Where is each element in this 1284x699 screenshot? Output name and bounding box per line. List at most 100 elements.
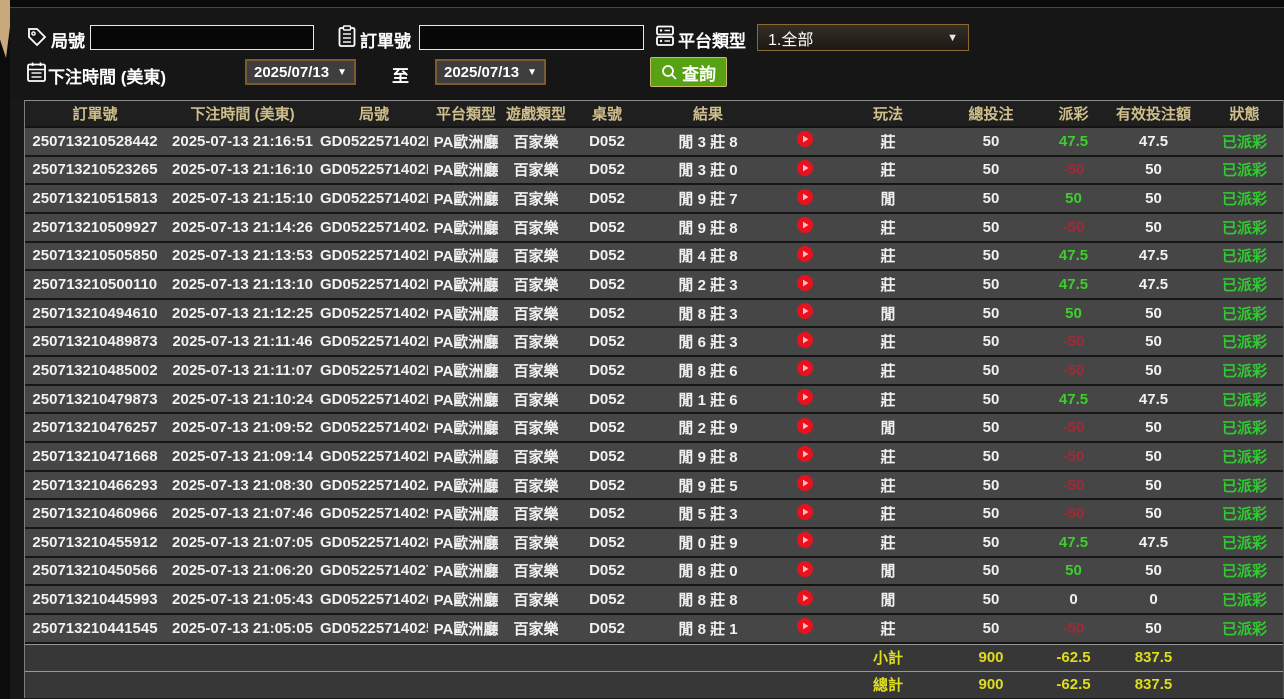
cell-bet-time: 2025-07-13 21:12:25 — [165, 305, 320, 322]
cell-total-bet: 50 — [936, 562, 1046, 579]
round-number-input[interactable] — [90, 25, 314, 50]
cell-platform: PA歐洲廳 — [428, 131, 504, 152]
subtotal-row: 小計900-62.5837.5 — [25, 644, 1283, 671]
cell-result: 閒 9 莊 5 — [646, 475, 770, 496]
replay-play-icon[interactable] — [797, 246, 813, 262]
replay-play-icon[interactable] — [797, 131, 813, 147]
cell-payout: 47.5 — [1046, 276, 1101, 293]
cell-game-type: 百家樂 — [504, 188, 568, 209]
cell-total-bet: 50 — [936, 391, 1046, 408]
cell-game-type: 百家樂 — [504, 331, 568, 352]
cell-bet-time: 2025-07-13 21:14:26 — [165, 219, 320, 236]
cell-bet-time: 2025-07-13 21:06:20 — [165, 562, 320, 579]
table-row: 2507132104898732025-07-13 21:11:46GD0522… — [25, 328, 1283, 357]
cell-table-no: D052 — [568, 534, 646, 551]
cell-status: 已派彩 — [1206, 303, 1283, 324]
cell-result: 閒 6 莊 3 — [646, 331, 770, 352]
column-header: 結果 — [646, 103, 770, 124]
cell-result: 閒 3 莊 0 — [646, 159, 770, 180]
chevron-down-icon: ▼ — [947, 32, 958, 44]
column-header: 派彩 — [1046, 103, 1101, 124]
cell-valid-bet: 50 — [1101, 477, 1206, 494]
cell-total-bet: 50 — [936, 362, 1046, 379]
date-to-select[interactable]: 2025/07/13 ▼ — [435, 59, 546, 85]
replay-play-icon[interactable] — [797, 275, 813, 291]
cell-platform: PA歐洲廳 — [428, 188, 504, 209]
cell-result: 閒 8 莊 3 — [646, 303, 770, 324]
replay-play-icon[interactable] — [797, 418, 813, 434]
replay-play-icon[interactable] — [797, 446, 813, 462]
platform-type-select[interactable]: 1.全部 ▼ — [757, 24, 969, 51]
cell-platform: PA歐洲廳 — [428, 217, 504, 238]
cell-payout: 0 — [1046, 591, 1101, 608]
subtotal-row-payout: -62.5 — [1046, 649, 1101, 666]
order-number-input[interactable] — [419, 25, 644, 50]
replay-play-icon[interactable] — [797, 590, 813, 606]
cell-game-type: 百家樂 — [504, 503, 568, 524]
cell-play-type: 莊 — [840, 503, 936, 524]
cell-game-type: 百家樂 — [504, 532, 568, 553]
cell-table-no: D052 — [568, 133, 646, 150]
table-row: 2507132104662932025-07-13 21:08:30GD0522… — [25, 472, 1283, 501]
table-row: 2507132104415452025-07-13 21:05:05GD0522… — [25, 615, 1283, 644]
cell-table-no: D052 — [568, 419, 646, 436]
cell-order: 250713210489873 — [25, 333, 165, 350]
replay-play-icon[interactable] — [797, 360, 813, 376]
cell-order: 250713210479873 — [25, 391, 165, 408]
replay-play-icon[interactable] — [797, 303, 813, 319]
cell-round: GD0522571402H — [320, 276, 428, 293]
date-from-value: 2025/07/13 — [254, 64, 329, 81]
replay-play-icon[interactable] — [797, 189, 813, 205]
cell-valid-bet: 50 — [1101, 448, 1206, 465]
cell-total-bet: 50 — [936, 505, 1046, 522]
cell-result: 閒 8 莊 0 — [646, 560, 770, 581]
cell-game-type: 百家樂 — [504, 303, 568, 324]
search-button[interactable]: 查詢 — [650, 57, 727, 87]
round-number-label: 局號 — [51, 27, 85, 52]
cell-bet-time: 2025-07-13 21:11:46 — [165, 333, 320, 350]
replay-play-icon[interactable] — [797, 532, 813, 548]
collapsed-sidebar-strip — [0, 0, 10, 699]
platform-type-value: 1.全部 — [768, 26, 813, 50]
cell-play-type: 閒 — [840, 560, 936, 581]
cell-play-type: 莊 — [840, 360, 936, 381]
cell-table-no: D052 — [568, 477, 646, 494]
cell-play-type: 莊 — [840, 618, 936, 639]
column-header: 總投注 — [936, 103, 1046, 124]
table-header-row: 訂單號下注時間 (美東)局號平台類型遊戲類型桌號結果玩法總投注派彩有效投注額狀態 — [25, 100, 1283, 128]
replay-play-icon[interactable] — [797, 618, 813, 634]
replay-play-icon[interactable] — [797, 217, 813, 233]
cell-payout: 47.5 — [1046, 247, 1101, 264]
server-stack-icon — [654, 24, 676, 48]
chevron-down-icon: ▼ — [527, 67, 537, 78]
cell-total-bet: 50 — [936, 161, 1046, 178]
cell-bet-time: 2025-07-13 21:07:46 — [165, 505, 320, 522]
cell-play-type: 莊 — [840, 217, 936, 238]
replay-play-icon[interactable] — [797, 332, 813, 348]
cell-table-no: D052 — [568, 620, 646, 637]
table-row: 2507132104762572025-07-13 21:09:52GD0522… — [25, 414, 1283, 443]
cell-total-bet: 50 — [936, 477, 1046, 494]
cell-total-bet: 50 — [936, 591, 1046, 608]
cell-payout: -50 — [1046, 161, 1101, 178]
cell-play-type: 莊 — [840, 389, 936, 410]
cell-game-type: 百家樂 — [504, 417, 568, 438]
column-header: 訂單號 — [25, 103, 165, 124]
replay-play-icon[interactable] — [797, 389, 813, 405]
replay-button — [770, 475, 840, 495]
replay-play-icon[interactable] — [797, 475, 813, 491]
records-table: 訂單號下注時間 (美東)局號平台類型遊戲類型桌號結果玩法總投注派彩有效投注額狀態… — [24, 100, 1284, 698]
replay-play-icon[interactable] — [797, 561, 813, 577]
cell-table-no: D052 — [568, 362, 646, 379]
tag-icon — [26, 26, 48, 48]
table-row: 2507132104459932025-07-13 21:05:43GD0522… — [25, 586, 1283, 615]
date-to-value: 2025/07/13 — [444, 64, 519, 81]
date-from-select[interactable]: 2025/07/13 ▼ — [245, 59, 356, 85]
replay-play-icon[interactable] — [797, 504, 813, 520]
cell-round: GD0522571402L — [320, 161, 428, 178]
cell-order: 250713210460966 — [25, 505, 165, 522]
grand-total-row-total-bet: 900 — [936, 676, 1046, 693]
replay-play-icon[interactable] — [797, 160, 813, 176]
cell-total-bet: 50 — [936, 133, 1046, 150]
replay-button — [770, 561, 840, 581]
